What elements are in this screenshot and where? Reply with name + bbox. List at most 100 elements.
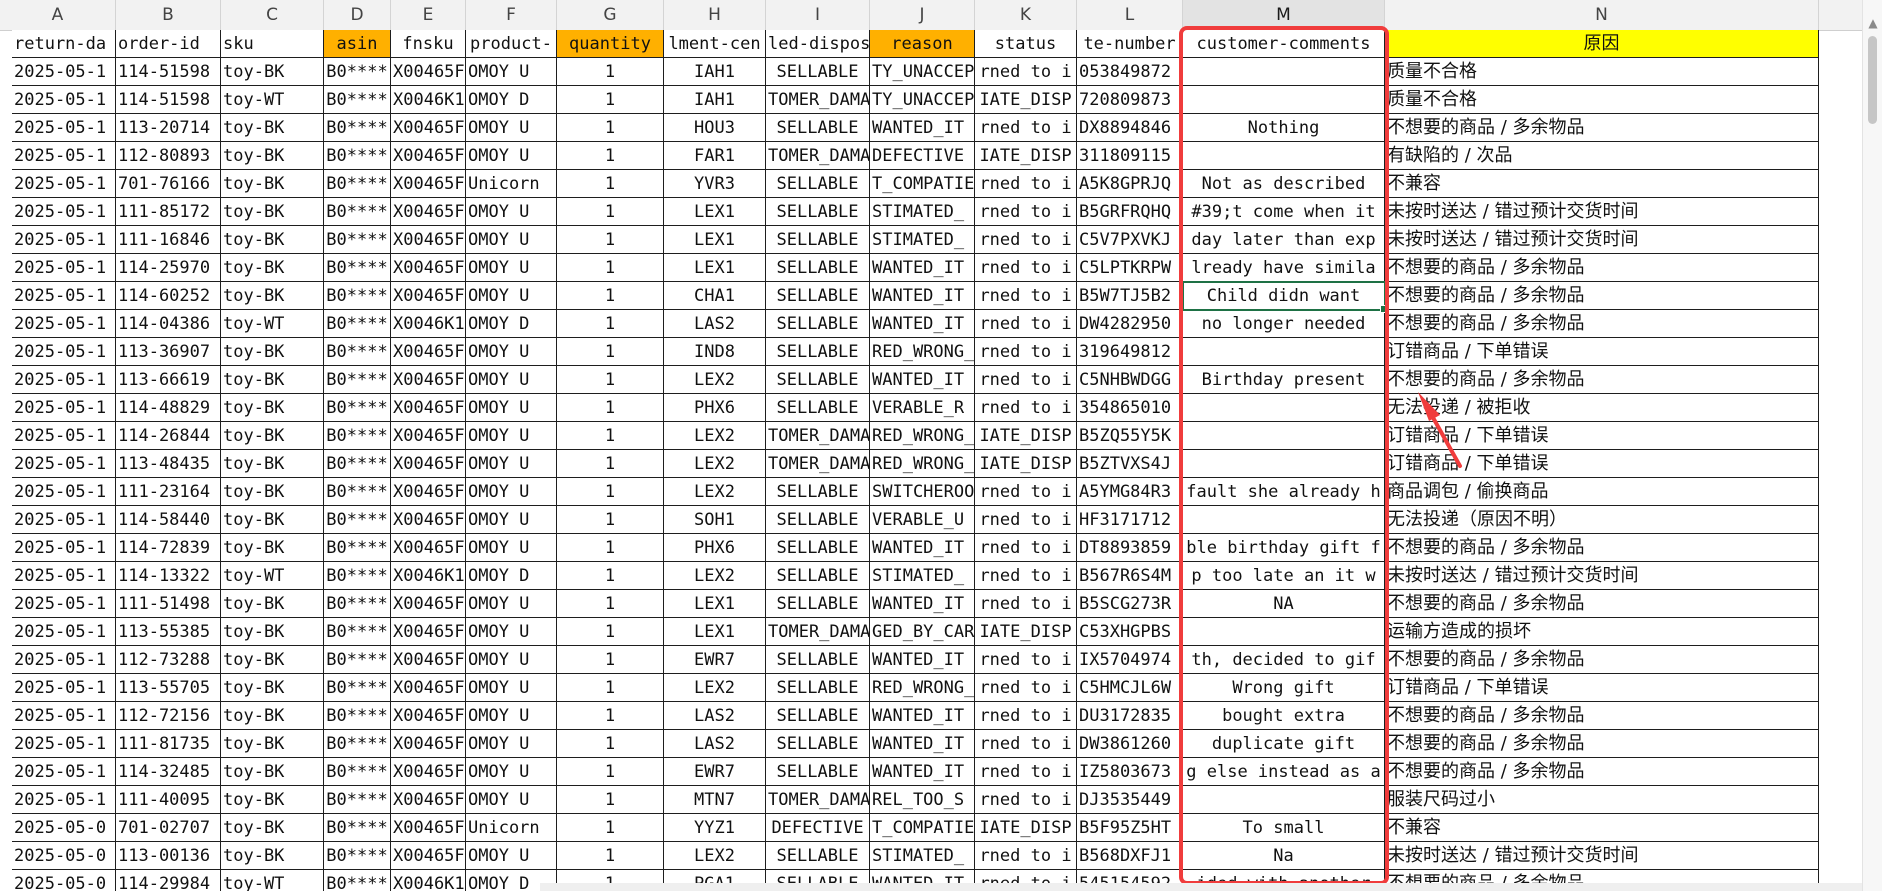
cell-n[interactable]: 未按时送达 / 错过预计交货时间	[1385, 198, 1819, 226]
cell-l[interactable]: B567R6S4M	[1077, 562, 1183, 590]
cell-m[interactable]: lready have simila	[1183, 254, 1385, 282]
cell-g[interactable]: 1	[557, 338, 664, 366]
cell-d[interactable]: B0****	[324, 842, 391, 870]
cell-f[interactable]: OMOY U	[466, 786, 557, 814]
cell-l[interactable]: B5F95Z5HT	[1077, 814, 1183, 842]
cell-b[interactable]: 111-40095	[116, 786, 221, 814]
cell-c[interactable]: toy-BK	[221, 702, 324, 730]
cell-m[interactable]: Na	[1183, 842, 1385, 870]
cell-l[interactable]: DX8894846	[1077, 114, 1183, 142]
cell-m[interactable]: Wrong gift	[1183, 674, 1385, 702]
cell-h[interactable]: YYZ1	[664, 814, 766, 842]
cell-n[interactable]: 不想要的商品 / 多余物品	[1385, 758, 1819, 786]
cell-k[interactable]: rned to i	[975, 702, 1077, 730]
cell-n[interactable]: 无法投递（原因不明）	[1385, 506, 1819, 534]
cell-l[interactable]: DT8893859	[1077, 534, 1183, 562]
cell-h[interactable]: HOU3	[664, 114, 766, 142]
cell-j[interactable]: VERABLE_U	[870, 506, 975, 534]
cell-h[interactable]: IND8	[664, 338, 766, 366]
cell-k[interactable]: rned to i	[975, 674, 1077, 702]
cell-g[interactable]: 1	[557, 534, 664, 562]
cell-a[interactable]: 2025-05-1	[12, 730, 116, 758]
cell-f[interactable]: OMOY U	[466, 254, 557, 282]
cell-m[interactable]	[1183, 618, 1385, 646]
cell-b[interactable]: 113-55385	[116, 618, 221, 646]
cell-c[interactable]: toy-BK	[221, 170, 324, 198]
cell-i[interactable]: SELLABLE	[766, 254, 870, 282]
cell-k[interactable]: rned to i	[975, 646, 1077, 674]
cell-h[interactable]: LAS2	[664, 310, 766, 338]
header-cell-j[interactable]: reason	[870, 30, 975, 58]
cell-n[interactable]: 商品调包 / 偷换商品	[1385, 478, 1819, 506]
spreadsheet-sheet[interactable]: ABCDEFGHIJKLMN return-da order-id sku asin f…	[0, 0, 1862, 891]
cell-f[interactable]: OMOY U	[466, 450, 557, 478]
cell-i[interactable]: SELLABLE	[766, 702, 870, 730]
header-cell-e[interactable]: fnsku	[391, 30, 466, 58]
cell-e[interactable]: X00465F	[391, 478, 466, 506]
cell-b[interactable]: 112-73288	[116, 646, 221, 674]
cell-h[interactable]: IAH1	[664, 86, 766, 114]
cell-d[interactable]: B0****	[324, 422, 391, 450]
cell-b[interactable]: 114-32485	[116, 758, 221, 786]
cell-n[interactable]: 无法投递 / 被拒收	[1385, 394, 1819, 422]
cell-c[interactable]: toy-BK	[221, 758, 324, 786]
cell-e[interactable]: X00465F	[391, 758, 466, 786]
cell-k[interactable]: rned to i	[975, 338, 1077, 366]
cell-e[interactable]: X0046K1	[391, 86, 466, 114]
cell-n[interactable]: 有缺陷的 / 次品	[1385, 142, 1819, 170]
cell-b[interactable]: 701-02707	[116, 814, 221, 842]
header-cell-n[interactable]: 原因	[1385, 30, 1819, 58]
cell-e[interactable]: X00465F	[391, 366, 466, 394]
header-cell-i[interactable]: led-dispos	[766, 30, 870, 58]
cell-b[interactable]: 114-72839	[116, 534, 221, 562]
cell-j[interactable]: T_COMPATIE	[870, 170, 975, 198]
cell-h[interactable]: LEX1	[664, 254, 766, 282]
cell-g[interactable]: 1	[557, 674, 664, 702]
cell-c[interactable]: toy-BK	[221, 814, 324, 842]
cell-e[interactable]: X00465F	[391, 338, 466, 366]
cell-l[interactable]: C53XHGPBS	[1077, 618, 1183, 646]
cell-d[interactable]: B0****	[324, 534, 391, 562]
cell-b[interactable]: 112-80893	[116, 142, 221, 170]
cell-l[interactable]: 053849872	[1077, 58, 1183, 86]
cell-j[interactable]: REL_TOO_S	[870, 786, 975, 814]
cell-c[interactable]: toy-BK	[221, 590, 324, 618]
cell-f[interactable]: OMOY U	[466, 618, 557, 646]
cell-m[interactable]	[1183, 58, 1385, 86]
cell-c[interactable]: toy-WT	[221, 310, 324, 338]
cell-n[interactable]: 质量不合格	[1385, 86, 1819, 114]
cell-b[interactable]: 114-29984	[116, 870, 221, 891]
cell-m[interactable]	[1183, 786, 1385, 814]
cell-n[interactable]: 订错商品 / 下单错误	[1385, 450, 1819, 478]
cell-c[interactable]: toy-BK	[221, 478, 324, 506]
cell-j[interactable]: WANTED_IT	[870, 366, 975, 394]
cell-j[interactable]: WANTED_IT	[870, 590, 975, 618]
cell-c[interactable]: toy-BK	[221, 730, 324, 758]
cell-a[interactable]: 2025-05-1	[12, 422, 116, 450]
cell-l[interactable]: B5ZTVXS4J	[1077, 450, 1183, 478]
cell-i[interactable]: SELLABLE	[766, 646, 870, 674]
column-letter-b[interactable]: B	[116, 0, 221, 30]
cell-f[interactable]: OMOY U	[466, 142, 557, 170]
cell-j[interactable]: VERABLE_R	[870, 394, 975, 422]
cell-a[interactable]: 2025-05-1	[12, 86, 116, 114]
cell-d[interactable]: B0****	[324, 730, 391, 758]
cell-g[interactable]: 1	[557, 702, 664, 730]
cell-f[interactable]: OMOY U	[466, 478, 557, 506]
cell-b[interactable]: 113-66619	[116, 366, 221, 394]
cell-g[interactable]: 1	[557, 86, 664, 114]
cell-g[interactable]: 1	[557, 198, 664, 226]
cell-e[interactable]: X00465F	[391, 730, 466, 758]
cell-l[interactable]: C5HMCJL6W	[1077, 674, 1183, 702]
cell-d[interactable]: B0****	[324, 562, 391, 590]
cell-e[interactable]: X00465F	[391, 198, 466, 226]
cell-a[interactable]: 2025-05-1	[12, 114, 116, 142]
header-cell-f[interactable]: product-	[466, 30, 557, 58]
cell-k[interactable]: rned to i	[975, 226, 1077, 254]
cell-f[interactable]: OMOY U	[466, 506, 557, 534]
cell-c[interactable]: toy-BK	[221, 422, 324, 450]
cell-h[interactable]: LAS2	[664, 702, 766, 730]
cell-f[interactable]: OMOY U	[466, 730, 557, 758]
cell-d[interactable]: B0****	[324, 758, 391, 786]
cell-b[interactable]: 113-00136	[116, 842, 221, 870]
